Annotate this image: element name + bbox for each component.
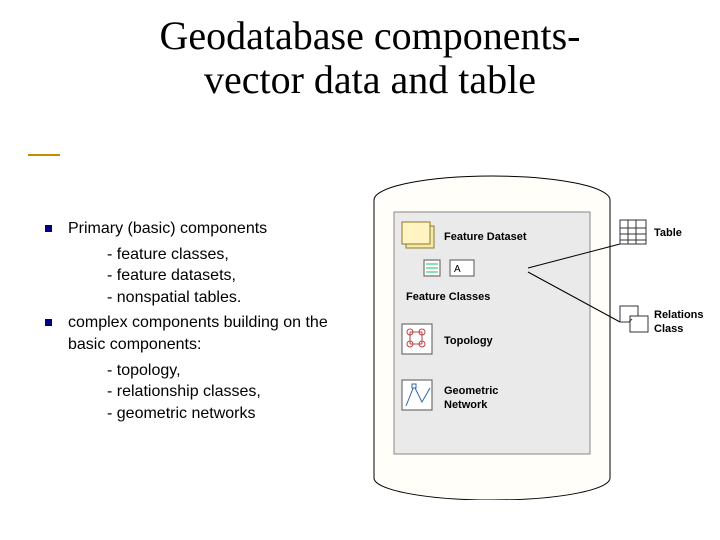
topology-icon [402, 324, 432, 354]
bullet-list: Primary (basic) components - feature cla… [45, 218, 360, 424]
sub-item: - topology, [107, 360, 360, 382]
title-line-1: Geodatabase components- [160, 13, 581, 58]
sample-a-label: A [454, 264, 461, 275]
bullet-item: complex components building on the basic… [45, 312, 360, 355]
bullet-text: Primary (basic) components [68, 218, 267, 240]
table-label: Table [654, 227, 682, 239]
sub-item: - geometric networks [107, 403, 360, 425]
feature-classes-label: Feature Classes [406, 291, 490, 303]
bullet-marker-icon [45, 225, 52, 232]
accent-line [28, 154, 60, 156]
feature-dataset-icon [402, 222, 434, 248]
geodatabase-diagram: Feature Dataset A Feature Classes [372, 172, 704, 500]
relationship-class-icon [620, 306, 648, 332]
geometric-network-label-2: Network [444, 399, 488, 411]
geometric-network-icon [402, 380, 432, 410]
relationship-label-1: Relationship [654, 309, 704, 321]
sub-item: - feature classes, [107, 244, 360, 266]
bullet-text: complex components building on the basic… [68, 312, 360, 355]
table-icon [620, 220, 646, 244]
relationship-label-2: Class [654, 323, 683, 335]
feature-class-small-icon [424, 260, 440, 276]
bullet-marker-icon [45, 319, 52, 326]
geometric-network-label-1: Geometric [444, 385, 498, 397]
topology-label: Topology [444, 335, 494, 347]
slide: Geodatabase components- vector data and … [0, 0, 720, 540]
sub-item: - feature datasets, [107, 265, 360, 287]
feature-dataset-label: Feature Dataset [444, 231, 527, 243]
feature-class-small-sample: A [450, 260, 474, 276]
sub-item: - nonspatial tables. [107, 287, 360, 309]
slide-title: Geodatabase components- vector data and … [90, 14, 650, 102]
sub-item: - relationship classes, [107, 381, 360, 403]
title-line-2: vector data and table [204, 57, 536, 102]
bullet-item: Primary (basic) components [45, 218, 360, 240]
